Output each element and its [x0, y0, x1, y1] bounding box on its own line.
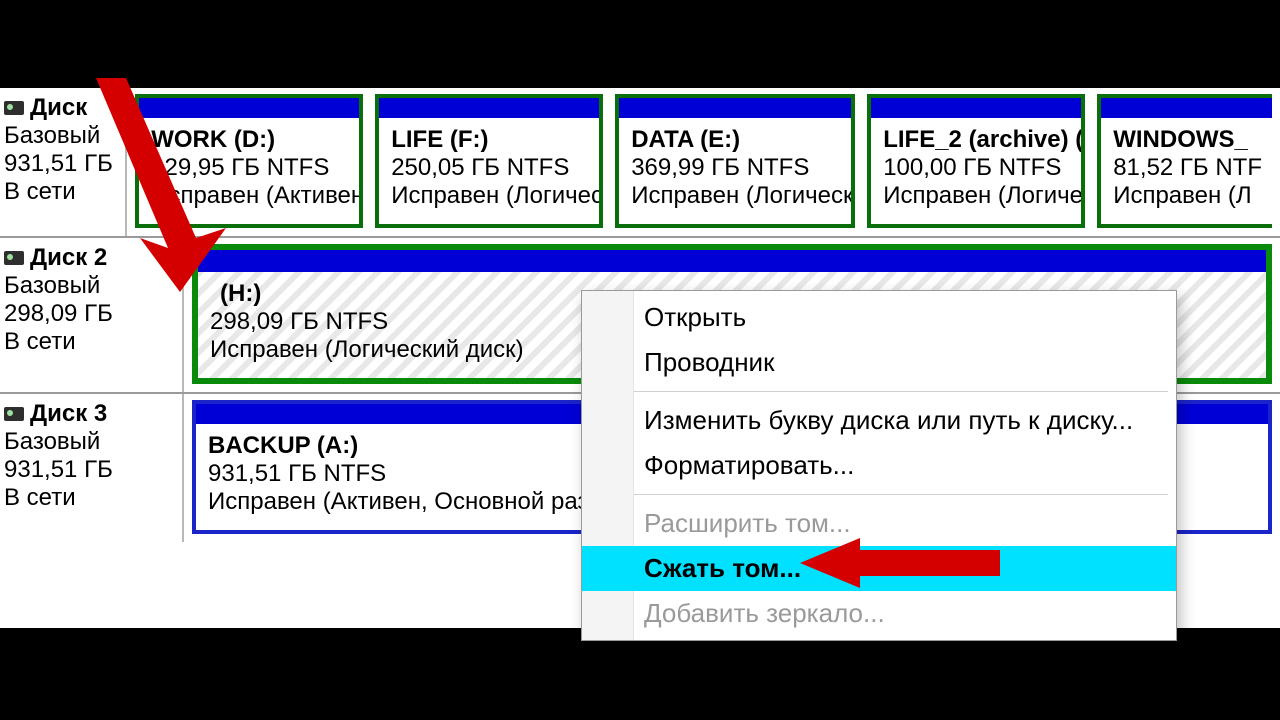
volume-life-f[interactable]: LIFE (F:) 250,05 ГБ NTFS Исправен (Логич…: [375, 94, 603, 228]
menu-separator: [634, 391, 1168, 392]
volume-size: 250,05 ГБ NTFS: [391, 154, 589, 182]
volume-windows[interactable]: WINDOWS_ 81,52 ГБ NTF Исправен (Л: [1097, 94, 1272, 228]
hdd-icon: [4, 251, 24, 265]
disk-type: Базовый: [4, 428, 178, 456]
disk-name: Диск: [30, 94, 87, 122]
volume-life2-g[interactable]: LIFE_2 (archive) (G 100,00 ГБ NTFS Испра…: [867, 94, 1085, 228]
menu-explorer[interactable]: Проводник: [582, 340, 1176, 385]
disk-size: 931,51 ГБ: [4, 456, 178, 484]
volume-strip-0: WORK (D:) 129,95 ГБ NTFS Исправен (Актив…: [127, 88, 1280, 236]
volume-header-bar: [198, 250, 1266, 272]
disk-type: Базовый: [4, 272, 178, 300]
menu-shrink-volume[interactable]: Сжать том...: [582, 546, 1176, 591]
volume-title: WINDOWS_: [1113, 126, 1262, 154]
disk-label-2[interactable]: Диск 2 Базовый 298,09 ГБ В сети: [0, 238, 184, 392]
volume-title: DATA (E:): [631, 126, 841, 154]
volume-data-e[interactable]: DATA (E:) 369,99 ГБ NTFS Исправен (Логич…: [615, 94, 855, 228]
disk-name: Диск 3: [30, 400, 107, 428]
menu-extend-volume: Расширить том...: [582, 501, 1176, 546]
volume-size: 129,95 ГБ NTFS: [151, 154, 349, 182]
volume-status: Исправен (Активен: [151, 182, 349, 210]
volume-title: WORK (D:): [151, 126, 349, 154]
disk-size: 931,51 ГБ: [4, 150, 121, 178]
context-menu: Открыть Проводник Изменить букву диска и…: [581, 290, 1177, 641]
volume-work-d[interactable]: WORK (D:) 129,95 ГБ NTFS Исправен (Актив…: [135, 94, 363, 228]
disk-type: Базовый: [4, 122, 121, 150]
volume-header-bar: [379, 98, 599, 118]
hdd-icon: [4, 101, 24, 115]
volume-header-bar: [139, 98, 359, 118]
disk-name: Диск 2: [30, 244, 107, 272]
volume-size: 100,00 ГБ NTFS: [883, 154, 1071, 182]
volume-title: LIFE (F:): [391, 126, 589, 154]
volume-header-bar: [1101, 98, 1272, 118]
menu-add-mirror: Добавить зеркало...: [582, 591, 1176, 636]
menu-format[interactable]: Форматировать...: [582, 443, 1176, 488]
disk-status: В сети: [4, 328, 178, 356]
volume-status: Исправен (Логичес: [391, 182, 589, 210]
menu-separator: [634, 494, 1168, 495]
volume-status: Исправен (Логически: [631, 182, 841, 210]
volume-status: Исправен (Л: [1113, 182, 1262, 210]
disk-status: В сети: [4, 178, 121, 206]
volume-status: Исправен (Логиче: [883, 182, 1071, 210]
disk-row-0: Диск Базовый 931,51 ГБ В сети WORK (D:) …: [0, 88, 1280, 236]
disk-label-0[interactable]: Диск Базовый 931,51 ГБ В сети: [0, 88, 127, 236]
disk-management-panel: Диск Базовый 931,51 ГБ В сети WORK (D:) …: [0, 88, 1280, 628]
disk-label-3[interactable]: Диск 3 Базовый 931,51 ГБ В сети: [0, 394, 184, 542]
volume-header-bar: [871, 98, 1081, 118]
volume-header-bar: [619, 98, 851, 118]
volume-size: 81,52 ГБ NTF: [1113, 154, 1262, 182]
hdd-icon: [4, 407, 24, 421]
menu-open[interactable]: Открыть: [582, 295, 1176, 340]
menu-change-letter[interactable]: Изменить букву диска или путь к диску...: [582, 398, 1176, 443]
volume-size: 369,99 ГБ NTFS: [631, 154, 841, 182]
volume-title: LIFE_2 (archive) (G: [883, 126, 1071, 154]
disk-size: 298,09 ГБ: [4, 300, 178, 328]
disk-status: В сети: [4, 484, 178, 512]
